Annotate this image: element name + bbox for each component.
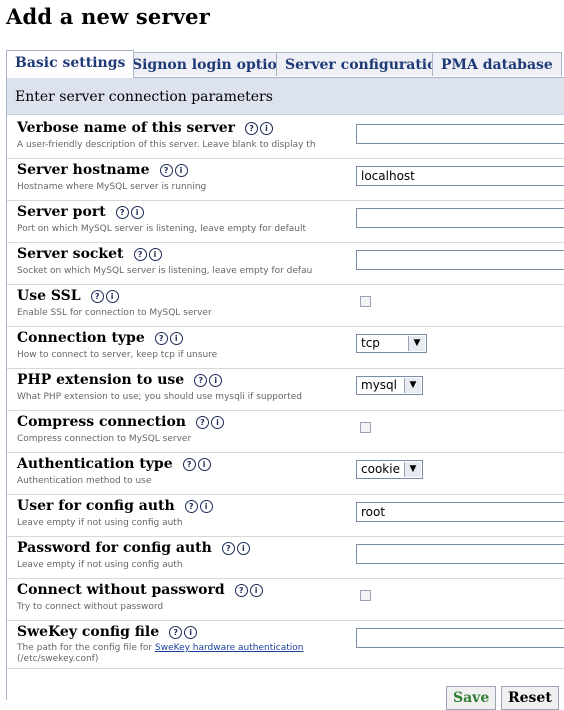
verbose-name-input[interactable] bbox=[356, 124, 564, 144]
tab-basic-settings[interactable]: Basic settings bbox=[6, 50, 135, 78]
field-label: Server socket? i bbox=[17, 245, 164, 262]
field-description: Enable SSL for connection to MySQL serve… bbox=[17, 308, 212, 318]
help-icon[interactable]: ? bbox=[154, 332, 168, 345]
tab-pma-database[interactable]: PMA database bbox=[432, 52, 562, 76]
field-row-swekey-config: SweKey config file? i The path for the co… bbox=[7, 621, 564, 669]
field-label: PHP extension to use? i bbox=[17, 371, 224, 388]
field-row-compress-connection: Compress connection? i Compress connectio… bbox=[7, 411, 564, 453]
field-description: What PHP extension to use; you should us… bbox=[17, 392, 303, 402]
info-icon[interactable]: i bbox=[148, 248, 162, 261]
field-label: Connection type? i bbox=[17, 329, 185, 346]
help-icon[interactable]: ? bbox=[194, 374, 208, 387]
help-icon[interactable]: ? bbox=[221, 542, 235, 555]
field-row-server-port: Server port? i Port on which MySQL server… bbox=[7, 201, 564, 243]
swekey-link[interactable]: SweKey hardware authentication bbox=[155, 643, 303, 653]
field-label: Use SSL? i bbox=[17, 287, 121, 304]
section-header: Enter server connection parameters bbox=[7, 78, 564, 115]
field-row-connection-type: Connection type? i How to connect to serv… bbox=[7, 327, 564, 369]
chevron-down-icon[interactable]: ▼ bbox=[408, 336, 425, 351]
field-row-server-hostname: Server hostname? i Hostname where MySQL s… bbox=[7, 159, 564, 201]
server-port-input[interactable] bbox=[356, 208, 564, 228]
info-icon[interactable]: i bbox=[210, 416, 224, 429]
info-icon[interactable]: i bbox=[169, 332, 183, 345]
help-icon[interactable]: ? bbox=[90, 290, 104, 303]
info-icon[interactable]: i bbox=[260, 122, 274, 135]
field-row-config-auth-user: User for config auth? i Leave empty if no… bbox=[7, 495, 564, 537]
field-description: Authentication method to use bbox=[17, 476, 152, 486]
help-icon[interactable]: ? bbox=[234, 584, 248, 597]
connection-type-select[interactable]: tcp ▼ bbox=[356, 334, 427, 353]
reset-button[interactable]: Reset bbox=[501, 686, 559, 710]
help-icon[interactable]: ? bbox=[169, 626, 183, 639]
field-label: User for config auth? i bbox=[17, 497, 215, 514]
help-icon[interactable]: ? bbox=[184, 500, 198, 513]
field-row-config-auth-password: Password for config auth? i Leave empty i… bbox=[7, 537, 564, 579]
info-icon[interactable]: i bbox=[197, 458, 211, 471]
info-icon[interactable]: i bbox=[199, 500, 213, 513]
field-label: Server hostname? i bbox=[17, 161, 190, 178]
info-icon[interactable]: i bbox=[209, 374, 223, 387]
save-button[interactable]: Save bbox=[446, 686, 497, 710]
field-row-verbose-name: Verbose name of this server? i A user-fri… bbox=[7, 117, 564, 159]
field-description: Leave empty if not using config auth bbox=[17, 518, 183, 528]
field-description: Try to connect without password bbox=[17, 602, 164, 612]
info-icon[interactable]: i bbox=[249, 584, 263, 597]
field-description: Port on which MySQL server is listening,… bbox=[17, 224, 307, 234]
info-icon[interactable]: i bbox=[105, 290, 119, 303]
info-icon[interactable]: i bbox=[174, 164, 188, 177]
info-icon[interactable]: i bbox=[184, 626, 198, 639]
compress-connection-checkbox[interactable] bbox=[360, 422, 371, 433]
help-icon[interactable]: ? bbox=[159, 164, 173, 177]
field-label: Server port? i bbox=[17, 203, 146, 220]
field-description: How to connect to server, keep tcp if un… bbox=[17, 350, 218, 360]
help-icon[interactable]: ? bbox=[195, 416, 209, 429]
info-icon[interactable]: i bbox=[236, 542, 250, 555]
server-socket-input[interactable] bbox=[356, 250, 564, 270]
help-icon[interactable]: ? bbox=[182, 458, 196, 471]
tab-bar: Basic settings Signon login options Serv… bbox=[6, 50, 564, 78]
field-description: Socket on which MySQL server is listenin… bbox=[17, 266, 313, 276]
field-label: Compress connection? i bbox=[17, 413, 226, 430]
field-label: Password for config auth? i bbox=[17, 539, 252, 556]
field-row-server-socket: Server socket? i Socket on which MySQL se… bbox=[7, 243, 564, 285]
info-icon[interactable]: i bbox=[130, 206, 144, 219]
field-row-nopassword: Connect without password? i Try to connec… bbox=[7, 579, 564, 621]
config-auth-password-input[interactable] bbox=[356, 544, 564, 564]
field-row-php-extension: PHP extension to use? i What PHP extensio… bbox=[7, 369, 564, 411]
tab-server-configuration[interactable]: Server configuration bbox=[276, 52, 456, 76]
field-label: SweKey config file? i bbox=[17, 623, 199, 640]
page-title: Add a new server bbox=[6, 4, 210, 29]
field-description: A user-friendly description of this serv… bbox=[17, 140, 316, 150]
server-hostname-input[interactable] bbox=[356, 166, 564, 186]
field-description: Leave empty if not using config auth bbox=[17, 560, 183, 570]
field-description: The path for the config file for SweKey … bbox=[17, 643, 304, 664]
help-icon[interactable]: ? bbox=[133, 248, 147, 261]
chevron-down-icon[interactable]: ▼ bbox=[404, 378, 421, 393]
basic-settings-panel: Enter server connection parameters Verbo… bbox=[6, 78, 564, 700]
field-label: Verbose name of this server? i bbox=[17, 119, 275, 136]
field-row-use-ssl: Use SSL? i Enable SSL for connection to M… bbox=[7, 285, 564, 327]
help-icon[interactable]: ? bbox=[115, 206, 129, 219]
php-extension-select[interactable]: mysql ▼ bbox=[356, 376, 423, 395]
field-row-authentication-type: Authentication type? i Authentication met… bbox=[7, 453, 564, 495]
connect-without-password-checkbox[interactable] bbox=[360, 590, 371, 601]
config-auth-user-input[interactable] bbox=[356, 502, 564, 522]
field-label: Authentication type? i bbox=[17, 455, 213, 472]
field-label: Connect without password? i bbox=[17, 581, 265, 598]
field-description: Compress connection to MySQL server bbox=[17, 434, 192, 444]
chevron-down-icon[interactable]: ▼ bbox=[404, 462, 421, 477]
authentication-type-select[interactable]: cookie ▼ bbox=[356, 460, 423, 479]
use-ssl-checkbox[interactable] bbox=[360, 296, 371, 307]
help-icon[interactable]: ? bbox=[245, 122, 259, 135]
swekey-config-input[interactable] bbox=[356, 628, 564, 648]
field-description: Hostname where MySQL server is running bbox=[17, 182, 207, 192]
